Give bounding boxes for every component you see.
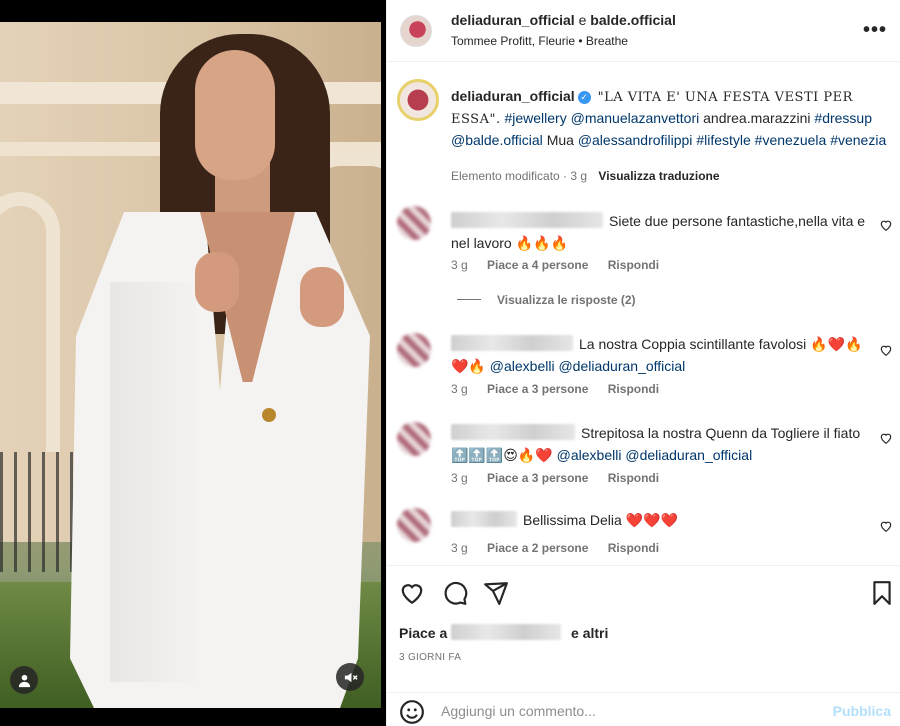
comment-likes-link[interactable]: Piace a 4 persone xyxy=(487,258,588,272)
comment-meta: 3 g Piace a 3 persone Rispondi xyxy=(451,471,660,485)
mention-link[interactable]: @alexbelli xyxy=(557,447,622,463)
add-comment-bar: Aggiungi un commento... Pubblica xyxy=(387,692,900,726)
comment-text: Siete due persone fantastiche,nella vita… xyxy=(451,212,866,251)
commenter-username-blurred[interactable] xyxy=(451,511,517,527)
authors-connector: e xyxy=(578,12,587,28)
mention-link[interactable]: @manuelazanvettori xyxy=(571,110,700,126)
post-media[interactable] xyxy=(0,0,386,726)
comment-meta: 3 g Piace a 4 persone Rispondi xyxy=(451,258,660,272)
commenter-avatar[interactable] xyxy=(397,508,431,542)
caption-username[interactable]: deliaduran_official xyxy=(451,88,575,104)
comment-likes-link[interactable]: Piace a 2 persone xyxy=(487,541,588,555)
likes-summary[interactable]: Piace a e altri xyxy=(399,624,608,641)
commenter-avatar[interactable] xyxy=(397,422,431,456)
comment-emoji: 🔝🔝🔝😍🔥❤️ xyxy=(451,447,553,463)
heart-icon[interactable] xyxy=(399,580,425,606)
comment-text: Bellissima Delia ❤️❤️❤️ xyxy=(451,509,871,531)
post-photo[interactable] xyxy=(0,22,381,708)
caption-text: andrea.marazzini xyxy=(703,110,811,126)
commenter-avatar[interactable] xyxy=(397,333,431,367)
mention-link[interactable]: @balde.official xyxy=(451,132,543,148)
heart-icon[interactable] xyxy=(879,519,893,533)
reply-button[interactable]: Rispondi xyxy=(608,541,659,555)
comment-text: Strepitosa la nostra Quenn da Togliere i… xyxy=(451,424,861,463)
heart-icon[interactable] xyxy=(879,343,893,357)
verified-badge-icon: ✓ xyxy=(577,91,591,104)
share-icon[interactable] xyxy=(483,580,509,606)
post-date[interactable]: 3 GIORNI FA xyxy=(399,652,461,663)
bookmark-icon[interactable] xyxy=(869,580,895,606)
caption-meta: Elemento modificato · 3 g Visualizza tra… xyxy=(451,169,720,183)
post-details-panel: deliaduran_official e balde.official Tom… xyxy=(386,0,900,726)
comment-text: La nostra Coppia scintillante favolosi 🔥… xyxy=(451,335,863,374)
heart-icon[interactable] xyxy=(879,218,893,232)
hashtag-link[interactable]: #venezuela xyxy=(755,132,827,148)
liker-username-blurred[interactable] xyxy=(451,624,562,640)
edited-label: Elemento modificato · 3 g xyxy=(451,169,588,183)
model-face xyxy=(195,50,275,180)
comment-likes-link[interactable]: Piace a 3 persone xyxy=(487,382,588,396)
hashtag-link[interactable]: #lifestyle xyxy=(696,132,750,148)
author-link-1[interactable]: deliaduran_official xyxy=(451,12,575,28)
comment-likes-link[interactable]: Piace a 3 persone xyxy=(487,471,588,485)
author-avatar[interactable] xyxy=(400,15,432,47)
commenter-username-blurred[interactable] xyxy=(451,212,603,228)
hashtag-link[interactable]: #venezia xyxy=(830,132,886,148)
mention-link[interactable]: @alessandrofilippi xyxy=(578,132,693,148)
hashtag-link[interactable]: #jewellery xyxy=(504,110,566,126)
speaker-muted-icon[interactable] xyxy=(336,663,364,691)
mention-link[interactable]: @deliaduran_official xyxy=(558,358,685,374)
post-authors: deliaduran_official e balde.official xyxy=(451,12,676,28)
comment-emoji: 🔥🔥🔥 xyxy=(515,235,568,251)
audio-track-link[interactable]: Tommee Profitt, Fleurie • Breathe xyxy=(451,34,628,48)
reply-button[interactable]: Rispondi xyxy=(608,258,659,272)
emoji-icon[interactable] xyxy=(399,699,425,725)
mention-link[interactable]: @alexbelli xyxy=(490,358,555,374)
person-icon[interactable] xyxy=(10,666,38,694)
caption-text: Mua xyxy=(546,132,574,148)
view-replies-button[interactable]: Visualizza le risposte (2) xyxy=(457,293,636,307)
author-link-2[interactable]: balde.official xyxy=(590,12,676,28)
reply-button[interactable]: Rispondi xyxy=(608,471,659,485)
commenter-username-blurred[interactable] xyxy=(451,424,575,440)
translate-button[interactable]: Visualizza traduzione xyxy=(598,169,719,183)
comment-icon[interactable] xyxy=(442,580,468,606)
publish-button[interactable]: Pubblica xyxy=(833,703,891,719)
comment-emoji: ❤️❤️❤️ xyxy=(625,512,678,528)
comment-input[interactable]: Aggiungi un commento... xyxy=(441,703,596,719)
comment-meta: 3 g Piace a 3 persone Rispondi xyxy=(451,382,660,396)
commenter-username-blurred[interactable] xyxy=(451,335,573,351)
commenter-avatar[interactable] xyxy=(397,206,431,240)
mention-link[interactable]: @deliaduran_official xyxy=(625,447,752,463)
heart-icon[interactable] xyxy=(879,431,893,445)
hashtag-link[interactable]: #dressup xyxy=(814,110,872,126)
reply-button[interactable]: Rispondi xyxy=(608,382,659,396)
more-icon[interactable]: ••• xyxy=(863,20,887,40)
caption-author-avatar[interactable] xyxy=(397,79,439,121)
post-header: deliaduran_official e balde.official Tom… xyxy=(387,0,900,62)
post-caption: deliaduran_official ✓ "LA VITA E' UNA FES… xyxy=(451,86,891,150)
comment-meta: 3 g Piace a 2 persone Rispondi xyxy=(451,541,660,555)
